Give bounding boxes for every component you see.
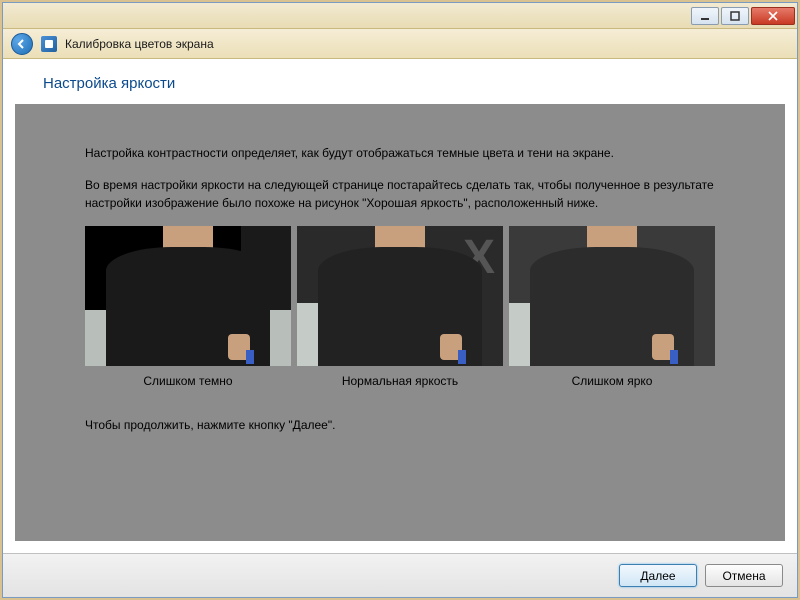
content-area: Настройка яркости Настройка контрастност… [3, 59, 797, 553]
next-button[interactable]: Далее [619, 564, 697, 587]
titlebar [3, 3, 797, 29]
minimize-button[interactable] [691, 7, 719, 25]
sample-row: Слишком темно X Нормальная яркость [85, 226, 715, 390]
sample-caption: Слишком темно [143, 372, 232, 390]
continue-hint: Чтобы продолжить, нажмите кнопку "Далее"… [85, 416, 715, 434]
description-text-2: Во время настройки яркости на следующей … [85, 176, 715, 212]
sample-caption: Слишком ярко [572, 372, 653, 390]
sample-image-normal: X [297, 226, 503, 366]
footer-bar: Далее Отмена [3, 553, 797, 597]
cancel-button[interactable]: Отмена [705, 564, 783, 587]
sample-caption: Нормальная яркость [342, 372, 458, 390]
sample-image-dark [85, 226, 291, 366]
page-title: Настройка яркости [15, 71, 785, 104]
wizard-window: Калибровка цветов экрана Настройка яркос… [2, 2, 798, 598]
sample-too-dark: Слишком темно [85, 226, 291, 390]
close-button[interactable] [751, 7, 795, 25]
header-bar: Калибровка цветов экрана [3, 29, 797, 59]
description-text-1: Настройка контрастности определяет, как … [85, 144, 715, 162]
instruction-panel: Настройка контрастности определяет, как … [15, 104, 785, 541]
sample-image-bright [509, 226, 715, 366]
back-button[interactable] [11, 33, 33, 55]
app-title: Калибровка цветов экрана [65, 37, 214, 51]
sample-normal: X Нормальная яркость [297, 226, 503, 390]
sample-too-bright: Слишком ярко [509, 226, 715, 390]
app-icon [41, 36, 57, 52]
maximize-button[interactable] [721, 7, 749, 25]
